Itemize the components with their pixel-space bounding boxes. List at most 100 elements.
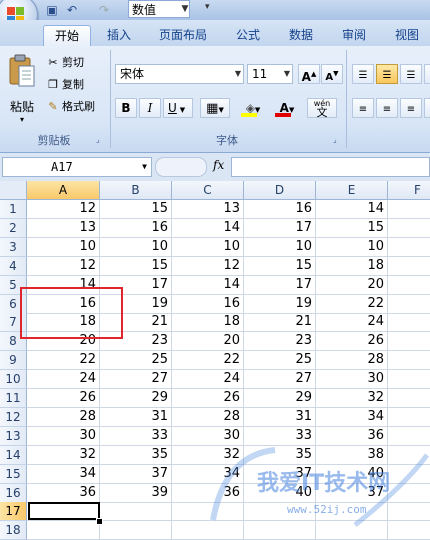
row-header-14[interactable]: 14 [0,445,27,465]
cell-e4[interactable]: 18 [316,256,388,276]
phonetic-button[interactable]: wén 文 [307,98,337,118]
cell-c18[interactable] [172,521,244,540]
cell-d11[interactable]: 29 [244,389,316,408]
column-header-f[interactable]: F [388,181,430,200]
cell-c6[interactable]: 16 [172,294,244,314]
cut-button[interactable]: ✂ 剪切 [46,54,84,72]
font-color-button[interactable]: A▼ [271,98,303,118]
italic-button[interactable]: I [139,98,161,118]
cell-c7[interactable]: 18 [172,313,244,333]
cell-f13[interactable] [388,427,430,446]
cell-c13[interactable]: 30 [172,426,244,446]
cell-f17[interactable] [388,502,430,522]
cell-a11[interactable]: 26 [27,389,100,408]
column-header-b[interactable]: B [100,181,172,200]
cell-f9[interactable] [388,351,430,371]
row-header-3[interactable]: 3 [0,237,27,257]
cell-e5[interactable]: 20 [316,275,388,295]
customize-toolbar-icon[interactable]: ▾ [205,2,210,12]
cell-d12[interactable]: 31 [244,407,316,427]
cell-e8[interactable]: 26 [316,332,388,352]
cell-c12[interactable]: 28 [172,407,244,427]
cell-b10[interactable]: 27 [100,370,172,390]
column-header-e[interactable]: E [316,181,388,200]
cell-f5[interactable] [388,276,430,295]
cell-e7[interactable]: 24 [316,313,388,333]
cell-b14[interactable]: 35 [100,445,172,465]
cell-a3[interactable]: 10 [27,237,100,257]
cell-f3[interactable] [388,238,430,257]
align-middle-button[interactable]: ☰ [376,64,398,84]
row-header-13[interactable]: 13 [0,426,27,446]
cell-e2[interactable]: 15 [316,218,388,238]
dialog-launcher-icon[interactable]: ⌟ [96,135,100,144]
cell-c11[interactable]: 26 [172,389,244,408]
cell-a13[interactable]: 30 [27,426,100,446]
cell-b11[interactable]: 29 [100,389,172,408]
cell-d3[interactable]: 10 [244,237,316,257]
align-top-button[interactable]: ☰ [352,64,374,84]
cell-d10[interactable]: 27 [244,370,316,390]
cell-f14[interactable] [388,446,430,465]
cell-f10[interactable] [388,370,430,390]
row-header-11[interactable]: 11 [0,389,27,408]
font-size-combo[interactable]: 11 ▼ [247,64,293,84]
redo-icon[interactable]: ↷ [96,2,112,18]
cell-d13[interactable]: 33 [244,426,316,446]
cell-f11[interactable] [388,389,430,408]
cell-c2[interactable]: 14 [172,218,244,238]
cell-e16[interactable]: 37 [316,483,388,503]
cell-c5[interactable]: 14 [172,275,244,295]
row-header-12[interactable]: 12 [0,407,27,427]
shrink-font-button[interactable]: A▼ [321,64,343,84]
select-all-corner[interactable] [0,181,27,200]
grow-font-button[interactable]: A▲ [298,64,320,84]
align-bottom-button[interactable]: ☰ [400,64,422,84]
cell-f4[interactable] [388,257,430,276]
cell-f7[interactable] [388,313,430,333]
cell-a4[interactable]: 12 [27,256,100,276]
cell-e14[interactable]: 38 [316,445,388,465]
orientation-button[interactable] [424,64,430,84]
cell-a9[interactable]: 22 [27,351,100,371]
cell-c9[interactable]: 22 [172,351,244,371]
cell-a15[interactable]: 34 [27,464,100,484]
cell-d18[interactable] [244,521,316,540]
cell-a1[interactable]: 12 [27,200,100,219]
cell-e17[interactable] [316,502,388,522]
cell-e13[interactable]: 36 [316,426,388,446]
tab-insert[interactable]: 插入 [97,25,141,46]
column-header-d[interactable]: D [244,181,316,200]
cell-b3[interactable]: 10 [100,237,172,257]
cell-d7[interactable]: 21 [244,313,316,333]
dialog-launcher-icon[interactable]: ⌟ [333,135,337,144]
tab-data[interactable]: 数据 [279,25,323,46]
borders-button[interactable]: ▦▼ [200,98,230,118]
cell-f16[interactable] [388,484,430,503]
cell-b15[interactable]: 37 [100,464,172,484]
cell-a14[interactable]: 32 [27,445,100,465]
row-header-15[interactable]: 15 [0,464,27,484]
tab-page-layout[interactable]: 页面布局 [150,25,216,46]
cell-f1[interactable] [388,200,430,219]
align-center-button[interactable]: ≡ [376,98,398,118]
cell-e18[interactable] [316,521,388,540]
column-header-c[interactable]: C [172,181,244,200]
cell-f2[interactable] [388,219,430,238]
cell-b12[interactable]: 31 [100,407,172,427]
cell-e15[interactable]: 40 [316,464,388,484]
indent-button[interactable] [424,98,430,118]
underline-button[interactable]: U ▼ [163,98,193,118]
row-header-10[interactable]: 10 [0,370,27,390]
cell-a10[interactable]: 24 [27,370,100,390]
cell-b2[interactable]: 16 [100,218,172,238]
name-box[interactable]: A17 ▼ [2,157,152,177]
cell-d17[interactable] [244,502,316,522]
cell-d6[interactable]: 19 [244,294,316,314]
cell-e12[interactable]: 34 [316,407,388,427]
cell-b16[interactable]: 39 [100,483,172,503]
undo-icon[interactable]: ↶ [64,2,80,18]
cell-f6[interactable] [388,295,430,314]
cell-d15[interactable]: 37 [244,464,316,484]
cell-b9[interactable]: 25 [100,351,172,371]
